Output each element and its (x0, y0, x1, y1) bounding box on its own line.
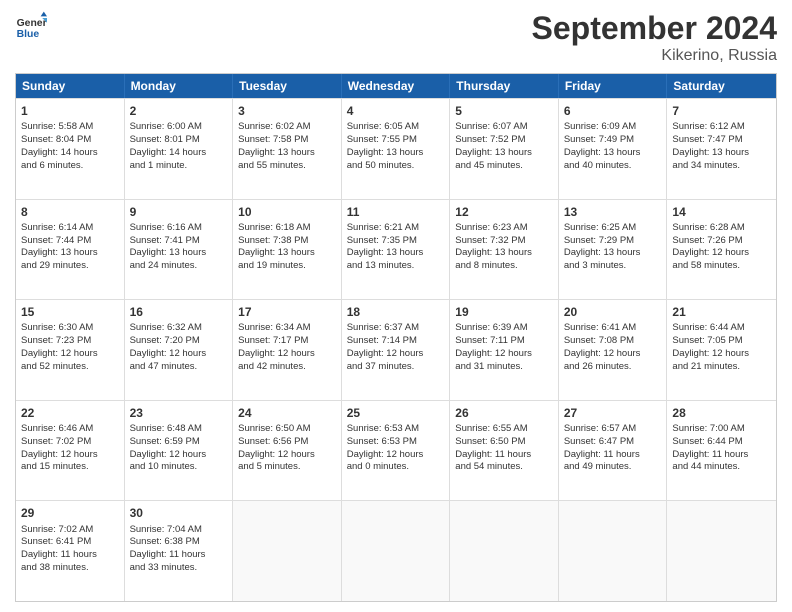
day-empty (233, 501, 342, 601)
calendar: Sunday Monday Tuesday Wednesday Thursday… (15, 73, 777, 602)
week-row-5: 29Sunrise: 7:02 AMSunset: 6:41 PMDayligh… (16, 500, 776, 601)
day-13: 13Sunrise: 6:25 AMSunset: 7:29 PMDayligh… (559, 200, 668, 300)
day-29: 29Sunrise: 7:02 AMSunset: 6:41 PMDayligh… (16, 501, 125, 601)
day-empty (559, 501, 668, 601)
month-title: September 2024 (532, 10, 777, 47)
page: General Blue September 2024 Kikerino, Ru… (0, 0, 792, 612)
title-block: September 2024 Kikerino, Russia (532, 10, 777, 65)
day-5: 5Sunrise: 6:07 AMSunset: 7:52 PMDaylight… (450, 99, 559, 199)
day-24: 24Sunrise: 6:50 AMSunset: 6:56 PMDayligh… (233, 401, 342, 501)
day-18: 18Sunrise: 6:37 AMSunset: 7:14 PMDayligh… (342, 300, 451, 400)
header-thursday: Thursday (450, 74, 559, 98)
day-15: 15Sunrise: 6:30 AMSunset: 7:23 PMDayligh… (16, 300, 125, 400)
week-row-1: 1Sunrise: 5:58 AMSunset: 8:04 PMDaylight… (16, 98, 776, 199)
day-1: 1Sunrise: 5:58 AMSunset: 8:04 PMDaylight… (16, 99, 125, 199)
day-25: 25Sunrise: 6:53 AMSunset: 6:53 PMDayligh… (342, 401, 451, 501)
day-11: 11Sunrise: 6:21 AMSunset: 7:35 PMDayligh… (342, 200, 451, 300)
day-20: 20Sunrise: 6:41 AMSunset: 7:08 PMDayligh… (559, 300, 668, 400)
day-empty (342, 501, 451, 601)
day-4: 4Sunrise: 6:05 AMSunset: 7:55 PMDaylight… (342, 99, 451, 199)
header: General Blue September 2024 Kikerino, Ru… (15, 10, 777, 65)
header-tuesday: Tuesday (233, 74, 342, 98)
svg-text:Blue: Blue (17, 29, 40, 40)
header-friday: Friday (559, 74, 668, 98)
header-wednesday: Wednesday (342, 74, 451, 98)
logo-icon: General Blue (15, 10, 47, 42)
day-10: 10Sunrise: 6:18 AMSunset: 7:38 PMDayligh… (233, 200, 342, 300)
day-3: 3Sunrise: 6:02 AMSunset: 7:58 PMDaylight… (233, 99, 342, 199)
day-12: 12Sunrise: 6:23 AMSunset: 7:32 PMDayligh… (450, 200, 559, 300)
day-16: 16Sunrise: 6:32 AMSunset: 7:20 PMDayligh… (125, 300, 234, 400)
day-empty (450, 501, 559, 601)
location: Kikerino, Russia (532, 47, 777, 65)
day-8: 8Sunrise: 6:14 AMSunset: 7:44 PMDaylight… (16, 200, 125, 300)
day-6: 6Sunrise: 6:09 AMSunset: 7:49 PMDaylight… (559, 99, 668, 199)
day-27: 27Sunrise: 6:57 AMSunset: 6:47 PMDayligh… (559, 401, 668, 501)
calendar-header: Sunday Monday Tuesday Wednesday Thursday… (16, 74, 776, 98)
day-28: 28Sunrise: 7:00 AMSunset: 6:44 PMDayligh… (667, 401, 776, 501)
header-saturday: Saturday (667, 74, 776, 98)
calendar-body: 1Sunrise: 5:58 AMSunset: 8:04 PMDaylight… (16, 98, 776, 601)
header-monday: Monday (125, 74, 234, 98)
logo: General Blue (15, 10, 47, 42)
day-14: 14Sunrise: 6:28 AMSunset: 7:26 PMDayligh… (667, 200, 776, 300)
day-7: 7Sunrise: 6:12 AMSunset: 7:47 PMDaylight… (667, 99, 776, 199)
day-26: 26Sunrise: 6:55 AMSunset: 6:50 PMDayligh… (450, 401, 559, 501)
day-19: 19Sunrise: 6:39 AMSunset: 7:11 PMDayligh… (450, 300, 559, 400)
day-21: 21Sunrise: 6:44 AMSunset: 7:05 PMDayligh… (667, 300, 776, 400)
week-row-4: 22Sunrise: 6:46 AMSunset: 7:02 PMDayligh… (16, 400, 776, 501)
day-9: 9Sunrise: 6:16 AMSunset: 7:41 PMDaylight… (125, 200, 234, 300)
svg-text:General: General (17, 18, 47, 29)
header-sunday: Sunday (16, 74, 125, 98)
week-row-3: 15Sunrise: 6:30 AMSunset: 7:23 PMDayligh… (16, 299, 776, 400)
day-empty (667, 501, 776, 601)
day-30: 30Sunrise: 7:04 AMSunset: 6:38 PMDayligh… (125, 501, 234, 601)
day-23: 23Sunrise: 6:48 AMSunset: 6:59 PMDayligh… (125, 401, 234, 501)
week-row-2: 8Sunrise: 6:14 AMSunset: 7:44 PMDaylight… (16, 199, 776, 300)
day-22: 22Sunrise: 6:46 AMSunset: 7:02 PMDayligh… (16, 401, 125, 501)
day-17: 17Sunrise: 6:34 AMSunset: 7:17 PMDayligh… (233, 300, 342, 400)
day-2: 2Sunrise: 6:00 AMSunset: 8:01 PMDaylight… (125, 99, 234, 199)
